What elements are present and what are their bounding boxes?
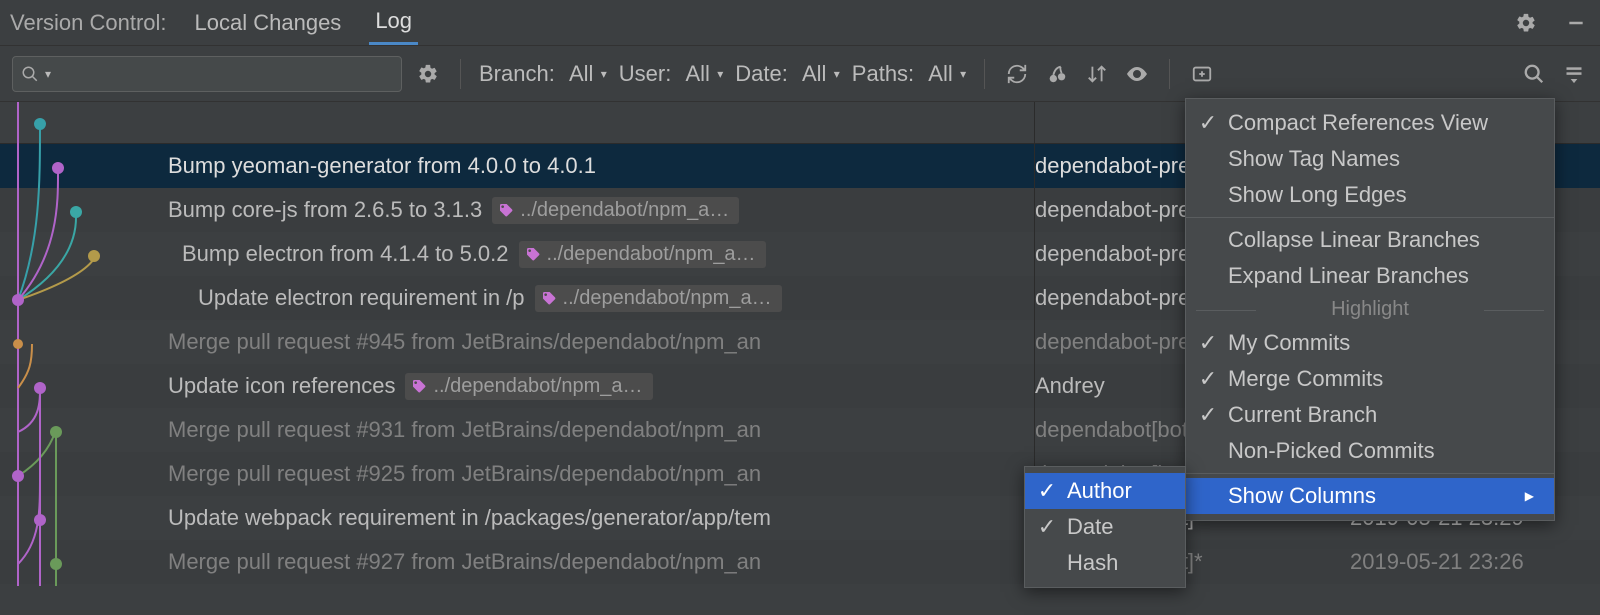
log-view-options-popup: ✓Compact References View Show Tag Names Sh…	[1185, 98, 1555, 521]
commit-message: Bump core-js from 2.6.5 to 3.1.3	[168, 197, 482, 223]
menu-item[interactable]: ✓Current Branch	[1186, 397, 1554, 433]
chevron-right-icon: ▶	[1525, 489, 1534, 503]
commit-message: Update icon references	[168, 373, 395, 399]
menu-item-label: Merge Commits	[1228, 366, 1383, 392]
panel-title: Version Control:	[10, 10, 167, 36]
commit-message: Merge pull request #931 from JetBrains/d…	[168, 417, 761, 443]
menu-item[interactable]: ✓Date	[1025, 509, 1185, 545]
paths-filter[interactable]: Paths: All ▾	[852, 61, 966, 87]
commit-message: Update electron requirement in /p	[198, 285, 525, 311]
commit-message: Bump electron from 4.1.4 to 5.0.2	[182, 241, 509, 267]
branch-filter[interactable]: Branch: All ▾	[479, 61, 607, 87]
menu-item-label: Non-Picked Commits	[1228, 438, 1435, 464]
menu-item-label: Compact References View	[1228, 110, 1488, 136]
commit-date: 2019-05-21 23:26	[1350, 549, 1600, 575]
menu-item[interactable]: ✓Merge Commits	[1186, 361, 1554, 397]
log-toolbar: ▾ Branch: All ▾ User: All ▾ Date: All ▾ …	[0, 46, 1600, 102]
branch-tag[interactable]: ../dependabot/npm_a…	[405, 373, 652, 400]
menu-item[interactable]: Show Long Edges	[1186, 177, 1554, 213]
branch-tag[interactable]: ../dependabot/npm_a…	[519, 241, 766, 268]
tab-log[interactable]: Log	[369, 0, 418, 45]
tab-local-changes[interactable]: Local Changes	[189, 0, 348, 45]
commit-row[interactable]: Merge pull request #927 from JetBrains/d…	[0, 540, 1600, 584]
menu-item[interactable]: Non-Picked Commits	[1186, 433, 1554, 469]
branch-tag[interactable]: ../dependabot/npm_a…	[535, 285, 782, 312]
commit-message: Merge pull request #945 from JetBrains/d…	[168, 329, 761, 355]
eye-icon[interactable]	[1123, 60, 1151, 88]
search-input[interactable]: ▾	[12, 56, 402, 92]
chevron-down-icon: ▾	[45, 67, 51, 81]
menu-item-label: Show Columns	[1228, 483, 1376, 509]
menu-item-label: Date	[1067, 514, 1113, 540]
commit-message: Update webpack requirement in /packages/…	[168, 505, 771, 531]
menu-item[interactable]: Hash	[1025, 545, 1185, 581]
menu-item[interactable]: ✓Author	[1025, 473, 1185, 509]
version-control-topbar: Version Control: Local Changes Log	[0, 0, 1600, 46]
menu-item-label: Hash	[1067, 550, 1118, 576]
menu-item[interactable]: ✓Compact References View	[1186, 105, 1554, 141]
find-icon[interactable]	[1520, 60, 1548, 88]
new-tab-icon[interactable]	[1188, 60, 1216, 88]
menu-item-label: Show Tag Names	[1228, 146, 1400, 172]
menu-item[interactable]: Expand Linear Branches	[1186, 258, 1554, 294]
date-filter[interactable]: Date: All ▾	[735, 61, 840, 87]
menu-item-label: Author	[1067, 478, 1132, 504]
cherry-pick-icon[interactable]	[1043, 60, 1071, 88]
menu-item-label: Expand Linear Branches	[1228, 263, 1469, 289]
user-filter[interactable]: User: All ▾	[619, 61, 724, 87]
commit-message: Merge pull request #925 from JetBrains/d…	[168, 461, 761, 487]
intellisort-icon[interactable]	[1083, 60, 1111, 88]
menu-item[interactable]: Collapse Linear Branches	[1186, 222, 1554, 258]
refresh-icon[interactable]	[1003, 60, 1031, 88]
options-icon[interactable]	[1560, 60, 1588, 88]
menu-item[interactable]: Show Columns ▶	[1186, 478, 1554, 514]
menu-item-label: Current Branch	[1228, 402, 1377, 428]
branch-tag[interactable]: ../dependabot/npm_a…	[492, 197, 739, 224]
filter-settings-icon[interactable]	[414, 60, 442, 88]
menu-item[interactable]: Show Tag Names	[1186, 141, 1554, 177]
menu-section-header: Highlight	[1186, 294, 1554, 325]
search-field[interactable]	[57, 62, 393, 85]
commit-message: Merge pull request #927 from JetBrains/d…	[168, 549, 761, 575]
menu-item-label: Collapse Linear Branches	[1228, 227, 1480, 253]
menu-item-label: Show Long Edges	[1228, 182, 1407, 208]
commit-message: Bump yeoman-generator from 4.0.0 to 4.0.…	[168, 153, 596, 179]
gear-icon[interactable]	[1512, 9, 1540, 37]
show-columns-submenu: ✓Author✓Date Hash	[1024, 466, 1186, 588]
search-icon	[21, 65, 39, 83]
menu-item[interactable]: ✓My Commits	[1186, 325, 1554, 361]
minimize-icon[interactable]	[1562, 9, 1590, 37]
menu-item-label: My Commits	[1228, 330, 1350, 356]
